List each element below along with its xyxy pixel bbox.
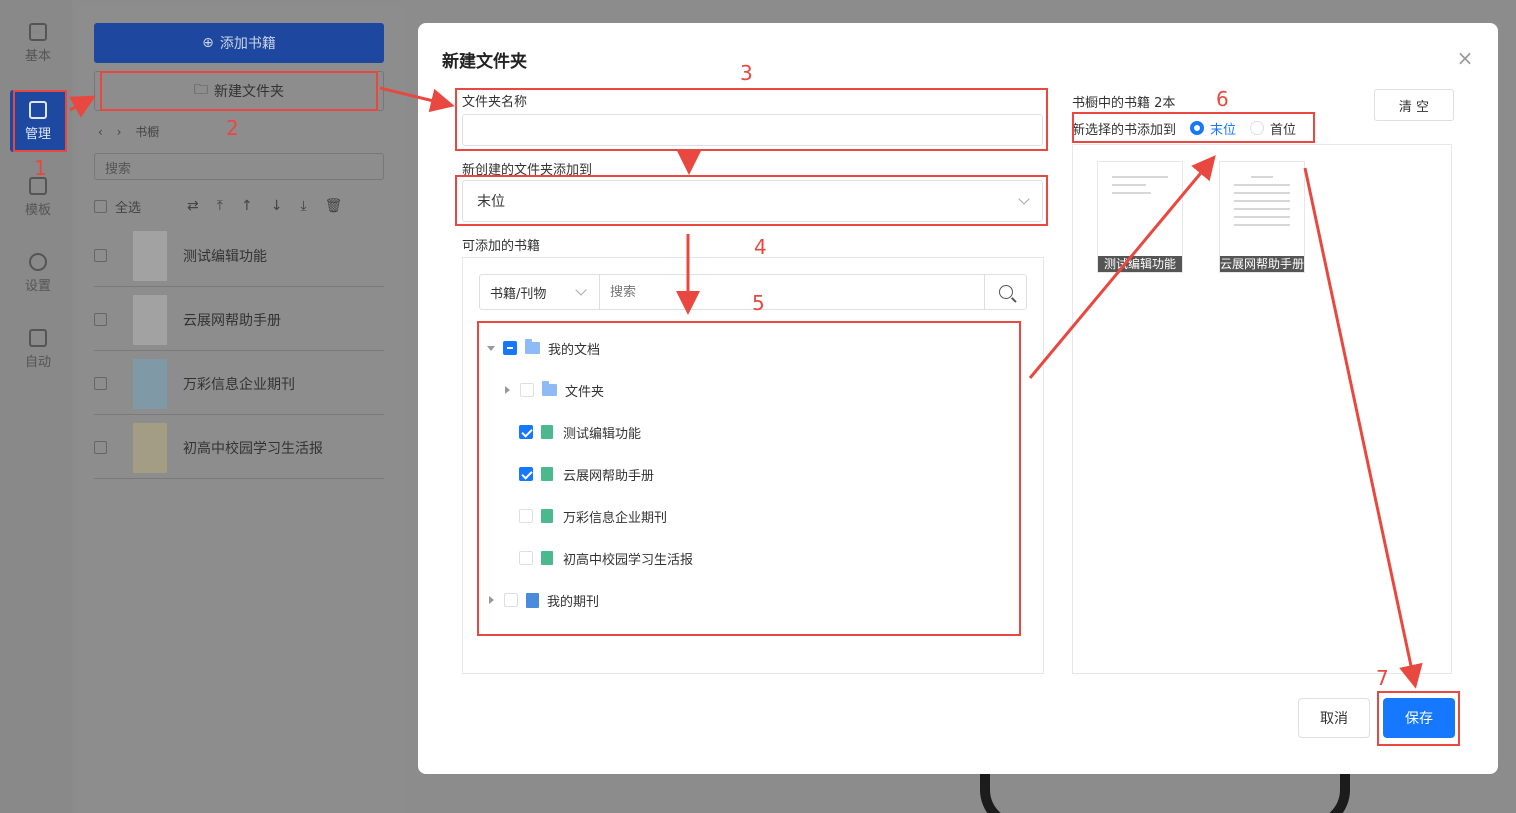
- arrow-5-to-6: [1028, 155, 1216, 379]
- arrow-2-to-3: [379, 86, 455, 113]
- arrow-1-to-2: [69, 95, 96, 118]
- arrow-6-to-7: [1303, 167, 1423, 689]
- annotation-arrows: [69, 86, 1423, 689]
